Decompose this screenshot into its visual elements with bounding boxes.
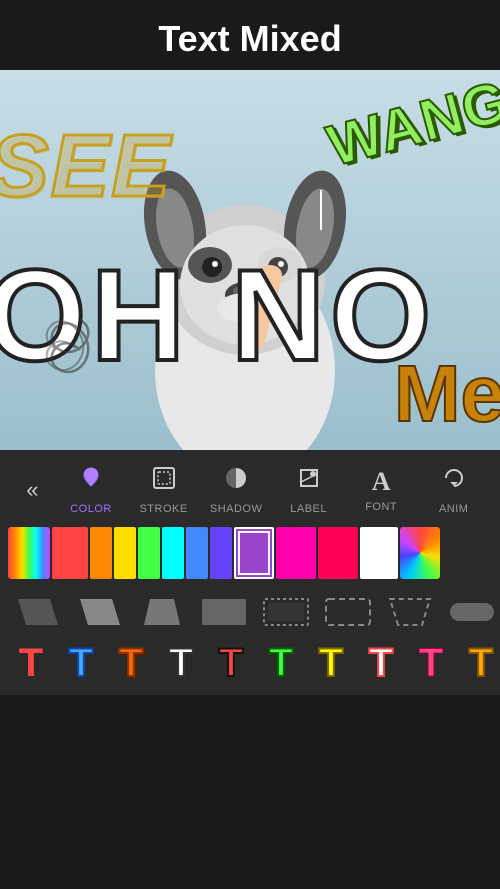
shape-parallelogram-dark[interactable]: [12, 593, 64, 631]
text-see[interactable]: SEE: [0, 115, 172, 217]
color-swatch-red[interactable]: [52, 527, 88, 579]
shape-rectangle-outline[interactable]: [198, 593, 250, 631]
toolbar-icons: « COLOR STROKE: [0, 460, 500, 519]
color-swatch-magenta[interactable]: [276, 527, 316, 579]
text-me[interactable]: Me: [394, 348, 500, 440]
header: Text Mixed: [0, 0, 500, 70]
toolbar-shadow-label: SHADOW: [210, 503, 263, 515]
font-style-5[interactable]: T: [208, 643, 254, 683]
canvas-area: SEE WANG OH NO Me: [0, 70, 500, 450]
scribble-decoration: [30, 310, 130, 390]
toolbar-stroke-label: STROKE: [139, 503, 187, 515]
color-swatch-green[interactable]: [138, 527, 160, 579]
color-swatch-yellow[interactable]: [114, 527, 136, 579]
font-style-1[interactable]: T: [8, 643, 54, 683]
color-swatch-purple[interactable]: [234, 527, 274, 579]
stroke-icon: [150, 464, 178, 499]
font-style-4[interactable]: T: [158, 643, 204, 683]
toolbar: « COLOR STROKE: [0, 450, 500, 695]
shadow-icon: [222, 464, 250, 499]
shape-trapezoid[interactable]: [136, 593, 188, 631]
toolbar-item-font[interactable]: A FONT: [351, 467, 411, 513]
font-style-2[interactable]: T: [58, 643, 104, 683]
color-swatch-multicolor[interactable]: [400, 527, 440, 579]
toolbar-color-label: COLOR: [70, 503, 112, 515]
color-swatch-white[interactable]: [360, 527, 398, 579]
color-swatch-crimson[interactable]: [318, 527, 358, 579]
toolbar-item-label[interactable]: LABEL: [279, 464, 339, 515]
font-style-10[interactable]: T: [458, 643, 500, 683]
label-icon: [295, 464, 323, 499]
color-swatch-cyan[interactable]: [162, 527, 184, 579]
text-cursor: [320, 190, 322, 230]
toolbar-font-label: FONT: [365, 501, 397, 513]
font-style-3[interactable]: T: [108, 643, 154, 683]
shape-rectangle-dashed[interactable]: [322, 593, 374, 631]
shape-pill[interactable]: [446, 593, 498, 631]
color-swatch-blue[interactable]: [186, 527, 208, 579]
font-style-8[interactable]: T: [358, 643, 404, 683]
shape-palette: [0, 587, 500, 637]
font-style-7[interactable]: T: [308, 643, 354, 683]
font-icon: A: [372, 467, 391, 497]
toolbar-item-stroke[interactable]: STROKE: [134, 464, 194, 515]
toolbar-item-color[interactable]: COLOR: [61, 464, 121, 515]
back-button[interactable]: «: [16, 477, 48, 503]
color-swatch-rainbow[interactable]: [8, 527, 50, 579]
toolbar-item-shadow[interactable]: SHADOW: [206, 464, 266, 515]
shape-rectangle-dotted[interactable]: [260, 593, 312, 631]
anim-icon: [440, 464, 468, 499]
color-icon: [77, 464, 105, 499]
font-style-9[interactable]: T: [408, 643, 454, 683]
font-style-6[interactable]: T: [258, 643, 304, 683]
color-swatch-indigo[interactable]: [210, 527, 232, 579]
toolbar-anim-label: ANIM: [439, 503, 469, 515]
color-swatch-orange[interactable]: [90, 527, 112, 579]
font-style-row: T T T T T T T T T T: [0, 637, 500, 689]
page-title: Text Mixed: [0, 18, 500, 60]
color-palette: [0, 519, 500, 587]
toolbar-label-label: LABEL: [290, 503, 327, 515]
shape-parallelogram-mid[interactable]: [74, 593, 126, 631]
shape-parallelogram-outline[interactable]: [384, 593, 436, 631]
toolbar-item-anim[interactable]: ANIM: [424, 464, 484, 515]
